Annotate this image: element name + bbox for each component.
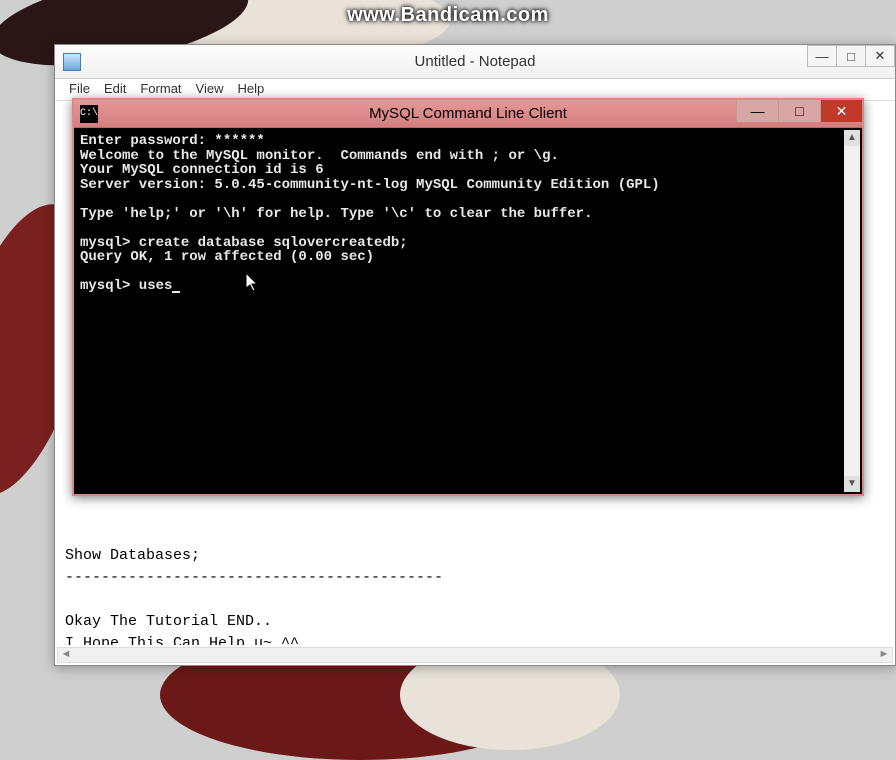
scroll-up-icon[interactable]: ▲	[844, 130, 860, 146]
console-titlebar[interactable]: C:\ MySQL Command Line Client — □ ✕	[74, 100, 862, 128]
minimize-button[interactable]: —	[807, 45, 837, 67]
console-output[interactable]: Enter password: ****** Welcome to the My…	[76, 130, 844, 492]
text-cursor	[172, 291, 180, 293]
notepad-title: Untitled - Notepad	[55, 53, 895, 70]
minimize-button[interactable]: —	[736, 100, 778, 122]
scroll-down-icon[interactable]: ▼	[844, 476, 860, 492]
scroll-right-icon[interactable]: ►	[876, 648, 892, 662]
mysql-console-window: C:\ MySQL Command Line Client — □ ✕ Ente…	[72, 98, 864, 496]
close-button[interactable]: ✕	[865, 45, 895, 67]
close-button[interactable]: ✕	[820, 100, 862, 122]
maximize-button[interactable]: □	[778, 100, 820, 122]
recording-watermark: www.Bandicam.com	[0, 4, 896, 27]
horizontal-scrollbar[interactable]: ◄ ►	[57, 647, 893, 663]
vertical-scrollbar[interactable]: ▲ ▼	[844, 130, 860, 492]
scroll-left-icon[interactable]: ◄	[58, 648, 74, 662]
notepad-titlebar[interactable]: Untitled - Notepad — □ ✕	[55, 45, 895, 79]
maximize-button[interactable]: □	[836, 45, 866, 67]
